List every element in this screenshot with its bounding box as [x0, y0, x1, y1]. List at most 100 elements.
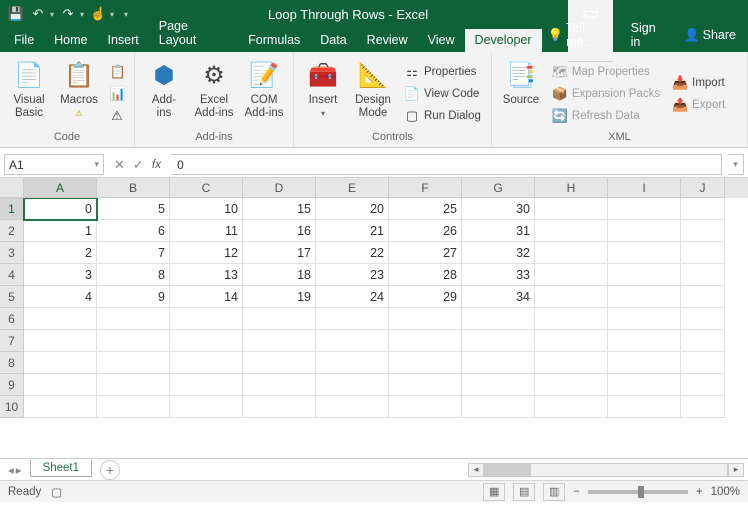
name-box[interactable]: A1 ▾: [4, 154, 104, 175]
cell-I10[interactable]: [608, 396, 681, 418]
cell-B6[interactable]: [97, 308, 170, 330]
cell-D3[interactable]: 17: [243, 242, 316, 264]
cell-D1[interactable]: 15: [243, 198, 316, 220]
cell-H6[interactable]: [535, 308, 608, 330]
cell-B1[interactable]: 5: [97, 198, 170, 220]
cell-H3[interactable]: [535, 242, 608, 264]
cell-E7[interactable]: [316, 330, 389, 352]
formula-input[interactable]: 0: [171, 154, 722, 175]
cell-C3[interactable]: 12: [170, 242, 243, 264]
cell-H1[interactable]: [535, 198, 608, 220]
cell-G6[interactable]: [462, 308, 535, 330]
tab-formulas[interactable]: Formulas: [238, 29, 310, 52]
row-header-5[interactable]: 5: [0, 286, 24, 308]
cell-D5[interactable]: 19: [243, 286, 316, 308]
cell-I1[interactable]: [608, 198, 681, 220]
tab-view[interactable]: View: [418, 29, 465, 52]
tab-data[interactable]: Data: [310, 29, 356, 52]
column-header-C[interactable]: C: [170, 178, 243, 198]
macros-button[interactable]: 📋 Macros ⚠: [56, 56, 102, 131]
formula-expand[interactable]: ▾: [728, 154, 744, 175]
cell-A9[interactable]: [24, 374, 97, 396]
cell-G8[interactable]: [462, 352, 535, 374]
row-header-6[interactable]: 6: [0, 308, 24, 330]
tab-file[interactable]: File: [4, 29, 44, 52]
column-header-F[interactable]: F: [389, 178, 462, 198]
cell-H2[interactable]: [535, 220, 608, 242]
normal-view-button[interactable]: ▦: [483, 483, 505, 501]
tab-page-layout[interactable]: Page Layout: [149, 15, 238, 52]
column-header-J[interactable]: J: [681, 178, 725, 198]
cell-A4[interactable]: 3: [24, 264, 97, 286]
cell-G2[interactable]: 31: [462, 220, 535, 242]
cell-E5[interactable]: 24: [316, 286, 389, 308]
redo-dropdown[interactable]: ▾: [80, 10, 84, 19]
macro-security-icon[interactable]: ⚠: [106, 106, 128, 126]
column-header-E[interactable]: E: [316, 178, 389, 198]
select-all-corner[interactable]: [0, 178, 24, 198]
cell-H5[interactable]: [535, 286, 608, 308]
cell-B2[interactable]: 6: [97, 220, 170, 242]
sheet-nav-next[interactable]: ▸: [16, 463, 22, 477]
row-header-8[interactable]: 8: [0, 352, 24, 374]
hscroll-left[interactable]: ◂: [468, 463, 484, 477]
cell-E6[interactable]: [316, 308, 389, 330]
cell-C5[interactable]: 14: [170, 286, 243, 308]
cell-F7[interactable]: [389, 330, 462, 352]
cell-G9[interactable]: [462, 374, 535, 396]
cell-F6[interactable]: [389, 308, 462, 330]
cell-E3[interactable]: 22: [316, 242, 389, 264]
save-icon[interactable]: 💾: [8, 6, 24, 22]
macros-dropdown[interactable]: ⚠: [75, 109, 82, 118]
cell-B10[interactable]: [97, 396, 170, 418]
cell-J5[interactable]: [681, 286, 725, 308]
sheet-nav-prev[interactable]: ◂: [8, 463, 14, 477]
cell-C7[interactable]: [170, 330, 243, 352]
cell-J3[interactable]: [681, 242, 725, 264]
row-header-3[interactable]: 3: [0, 242, 24, 264]
cell-I7[interactable]: [608, 330, 681, 352]
add-sheet-button[interactable]: +: [100, 460, 120, 480]
share-button[interactable]: 👤Share: [678, 25, 742, 46]
cell-E4[interactable]: 23: [316, 264, 389, 286]
cell-J6[interactable]: [681, 308, 725, 330]
tell-me-button[interactable]: 💡Tell me...: [542, 18, 621, 52]
cell-A1[interactable]: 0: [24, 198, 97, 220]
cell-C8[interactable]: [170, 352, 243, 374]
qat-customize[interactable]: ▾: [124, 10, 128, 19]
cell-F10[interactable]: [389, 396, 462, 418]
touch-dropdown[interactable]: ▾: [110, 10, 114, 19]
column-header-B[interactable]: B: [97, 178, 170, 198]
cell-F9[interactable]: [389, 374, 462, 396]
cell-F8[interactable]: [389, 352, 462, 374]
cell-E8[interactable]: [316, 352, 389, 374]
row-header-2[interactable]: 2: [0, 220, 24, 242]
cell-F1[interactable]: 25: [389, 198, 462, 220]
page-layout-view-button[interactable]: ▤: [513, 483, 535, 501]
column-header-I[interactable]: I: [608, 178, 681, 198]
cell-J7[interactable]: [681, 330, 725, 352]
cell-I8[interactable]: [608, 352, 681, 374]
cell-I6[interactable]: [608, 308, 681, 330]
record-macro-icon[interactable]: 📋: [106, 62, 128, 82]
cell-A10[interactable]: [24, 396, 97, 418]
cell-C1[interactable]: 10: [170, 198, 243, 220]
cell-J8[interactable]: [681, 352, 725, 374]
column-header-H[interactable]: H: [535, 178, 608, 198]
cell-A7[interactable]: [24, 330, 97, 352]
row-header-9[interactable]: 9: [0, 374, 24, 396]
cell-A2[interactable]: 1: [24, 220, 97, 242]
cell-E10[interactable]: [316, 396, 389, 418]
cell-I3[interactable]: [608, 242, 681, 264]
cell-I5[interactable]: [608, 286, 681, 308]
column-header-A[interactable]: A: [24, 178, 97, 198]
page-break-view-button[interactable]: ▥: [543, 483, 565, 501]
touch-mode-icon[interactable]: ☝: [90, 6, 106, 22]
design-mode-button[interactable]: 📐 Design Mode: [350, 56, 396, 131]
cell-G1[interactable]: 30: [462, 198, 535, 220]
cell-G7[interactable]: [462, 330, 535, 352]
cell-F3[interactable]: 27: [389, 242, 462, 264]
cell-H7[interactable]: [535, 330, 608, 352]
cell-E9[interactable]: [316, 374, 389, 396]
cell-H8[interactable]: [535, 352, 608, 374]
